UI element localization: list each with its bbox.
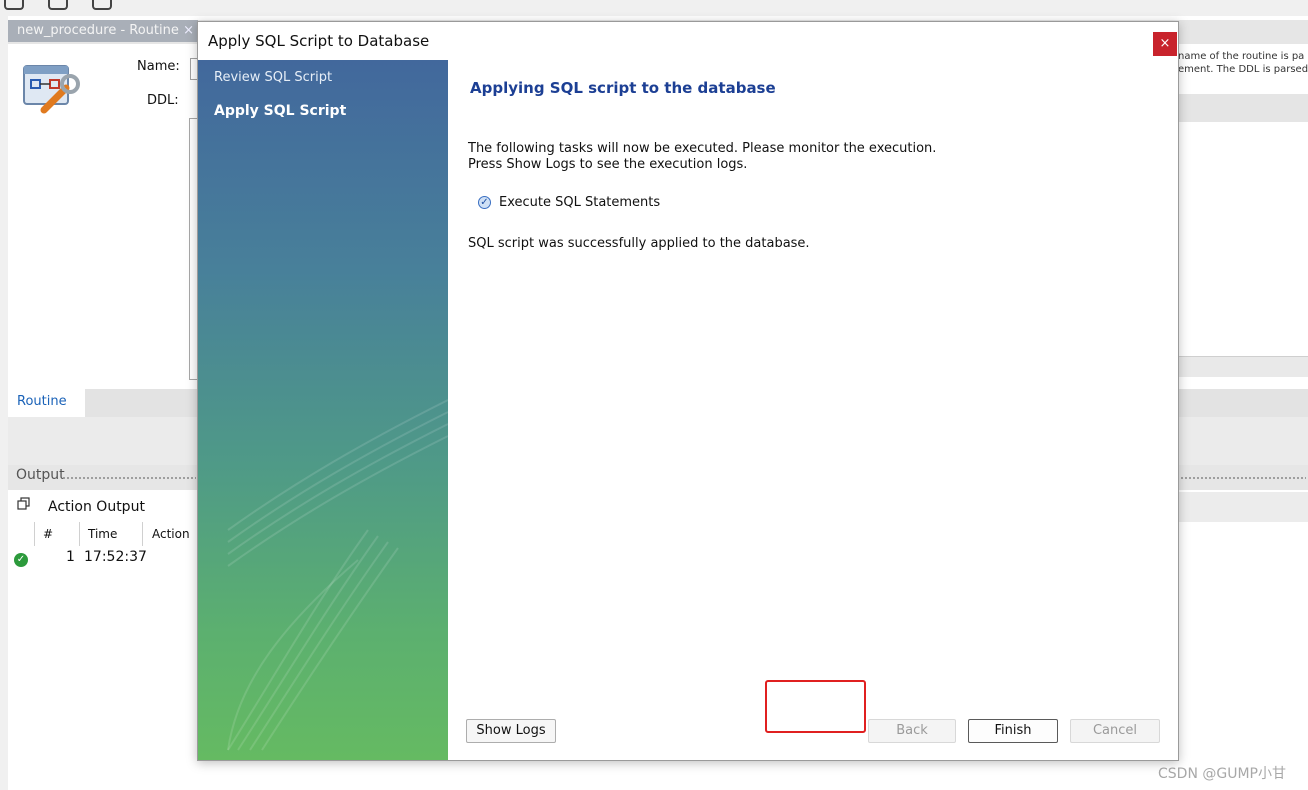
step-apply-sql-script: Apply SQL Script [214,103,347,119]
toolbar-icon-1[interactable] [4,0,24,10]
status-message: SQL script was successfully applied to t… [468,236,810,251]
output-toolbar-right [1178,492,1308,522]
column-header-action[interactable]: Action [152,527,190,541]
tab-routine[interactable]: Routine [8,389,85,417]
intro-text: The following tasks will now be executed… [468,141,936,173]
wizard-steps-sidebar: Review SQL Script Apply SQL Script [198,60,448,760]
wizard-content: Applying SQL script to the database The … [448,60,1178,760]
cancel-button[interactable]: Cancel [1070,719,1160,743]
output-grip-left[interactable] [62,476,196,480]
task-label: Execute SQL Statements [499,195,661,210]
row-number: 1 [66,549,75,565]
column-separator [79,522,80,546]
intro-line-2: Press Show Logs to see the execution log… [468,157,748,172]
name-label: Name: [137,59,180,74]
step-review-sql-script: Review SQL Script [214,70,333,85]
dialog-close-icon[interactable]: × [1153,32,1177,56]
left-edge [0,16,8,790]
dialog-title: Apply SQL Script to Database [208,32,430,50]
output-title: Output [16,467,65,483]
document-tab-new-procedure[interactable]: new_procedure - Routine × [8,20,198,42]
editor-header-strip [1178,94,1308,122]
copy-icon[interactable] [17,497,30,510]
apply-sql-script-dialog: Apply SQL Script to Database × Review SQ… [197,21,1179,761]
column-separator [34,522,35,546]
output-grip-right[interactable] [1180,476,1306,480]
ddl-editor-visible-part [1178,122,1308,358]
toolbar-icon-2[interactable] [48,0,68,10]
action-output-selector[interactable]: Action Output [48,499,145,515]
page-heading: Applying SQL script to the database [470,79,776,97]
check-circle-icon: ✓ [478,196,491,209]
intro-line-1: The following tasks will now be executed… [468,141,937,156]
document-tab-title: new_procedure - Routine [17,23,179,38]
ddl-label: DDL: [147,93,179,108]
toolbar-icon-3[interactable] [92,0,112,10]
success-check-icon: ✓ [14,553,28,567]
routine-icon [23,65,80,114]
description-line-1: name of the routine is pa [1178,51,1305,62]
watermark: CSDN @GUMP小甘 [1158,766,1286,782]
column-separator [142,522,143,546]
show-logs-button[interactable]: Show Logs [466,719,556,743]
sidebar-decoration [227,399,448,751]
routine-description: name of the routine is pa ement. The DDL… [1178,50,1308,90]
row-time: 17:52:37 [84,549,147,565]
back-button[interactable]: Back [868,719,956,743]
column-header-time[interactable]: Time [88,527,117,541]
finish-button[interactable]: Finish [968,719,1058,743]
main-toolbar [0,0,1308,16]
column-header-number[interactable]: # [43,527,53,541]
finish-highlight-annotation [765,680,866,733]
editor-bottom-bar [1178,356,1308,377]
description-line-2: ement. The DDL is parsed [1178,64,1308,75]
document-tab-close-icon[interactable]: × [183,20,194,42]
